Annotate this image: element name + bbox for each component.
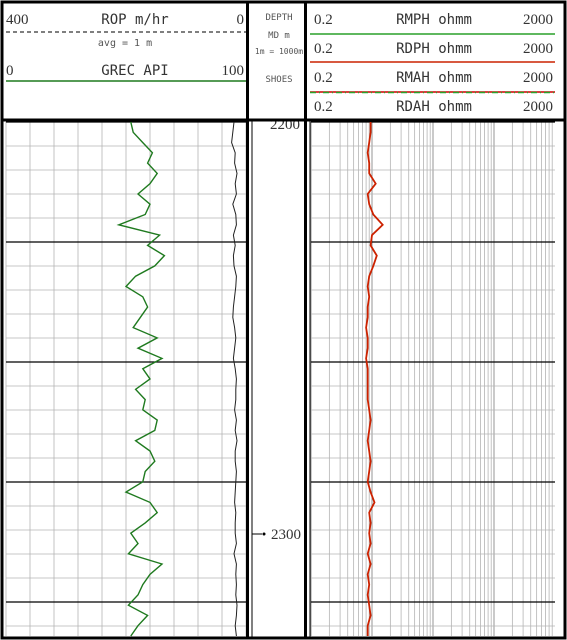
depth-unit: MD m — [268, 31, 290, 41]
rdah-curve-label: RDAH ohmm — [396, 99, 472, 115]
rop-avg-label: avg = 1 m — [98, 38, 152, 49]
rmah-min-label: 0.2 — [314, 70, 333, 86]
well-log-plot: 400 ROP m/hr 0 avg = 1 m 0 GREC API 100 … — [0, 0, 567, 640]
depth-label-2300: 2300 — [271, 527, 301, 543]
depth-scale: 1m = 1000m — [255, 47, 303, 56]
depth-tick-dot — [262, 532, 266, 536]
grec-max-label: 100 — [222, 63, 245, 79]
rop-max-label: 0 — [237, 12, 245, 28]
rmph-curve-label: RMPH ohmm — [396, 12, 472, 28]
grec-min-label: 0 — [6, 63, 14, 79]
rdph-curve-label: RDPH ohmm — [396, 41, 472, 57]
rdph-max-label: 2000 — [523, 41, 553, 57]
well-log-svg: 400 ROP m/hr 0 avg = 1 m 0 GREC API 100 … — [0, 0, 567, 640]
rmph-min-label: 0.2 — [314, 12, 333, 28]
grec-curve-label: GREC API — [101, 63, 168, 79]
depth-title: DEPTH — [265, 13, 292, 23]
rdah-max-label: 2000 — [523, 99, 553, 115]
rmph-max-label: 2000 — [523, 12, 553, 28]
rmah-max-label: 2000 — [523, 70, 553, 86]
shoes-label: SHOES — [265, 75, 292, 85]
rdah-min-label: 0.2 — [314, 99, 333, 115]
rop-curve-label: ROP m/hr — [101, 12, 168, 28]
rdph-min-label: 0.2 — [314, 41, 333, 57]
rmah-curve-label: RMAH ohmm — [396, 70, 472, 86]
rop-min-label: 400 — [6, 12, 29, 28]
